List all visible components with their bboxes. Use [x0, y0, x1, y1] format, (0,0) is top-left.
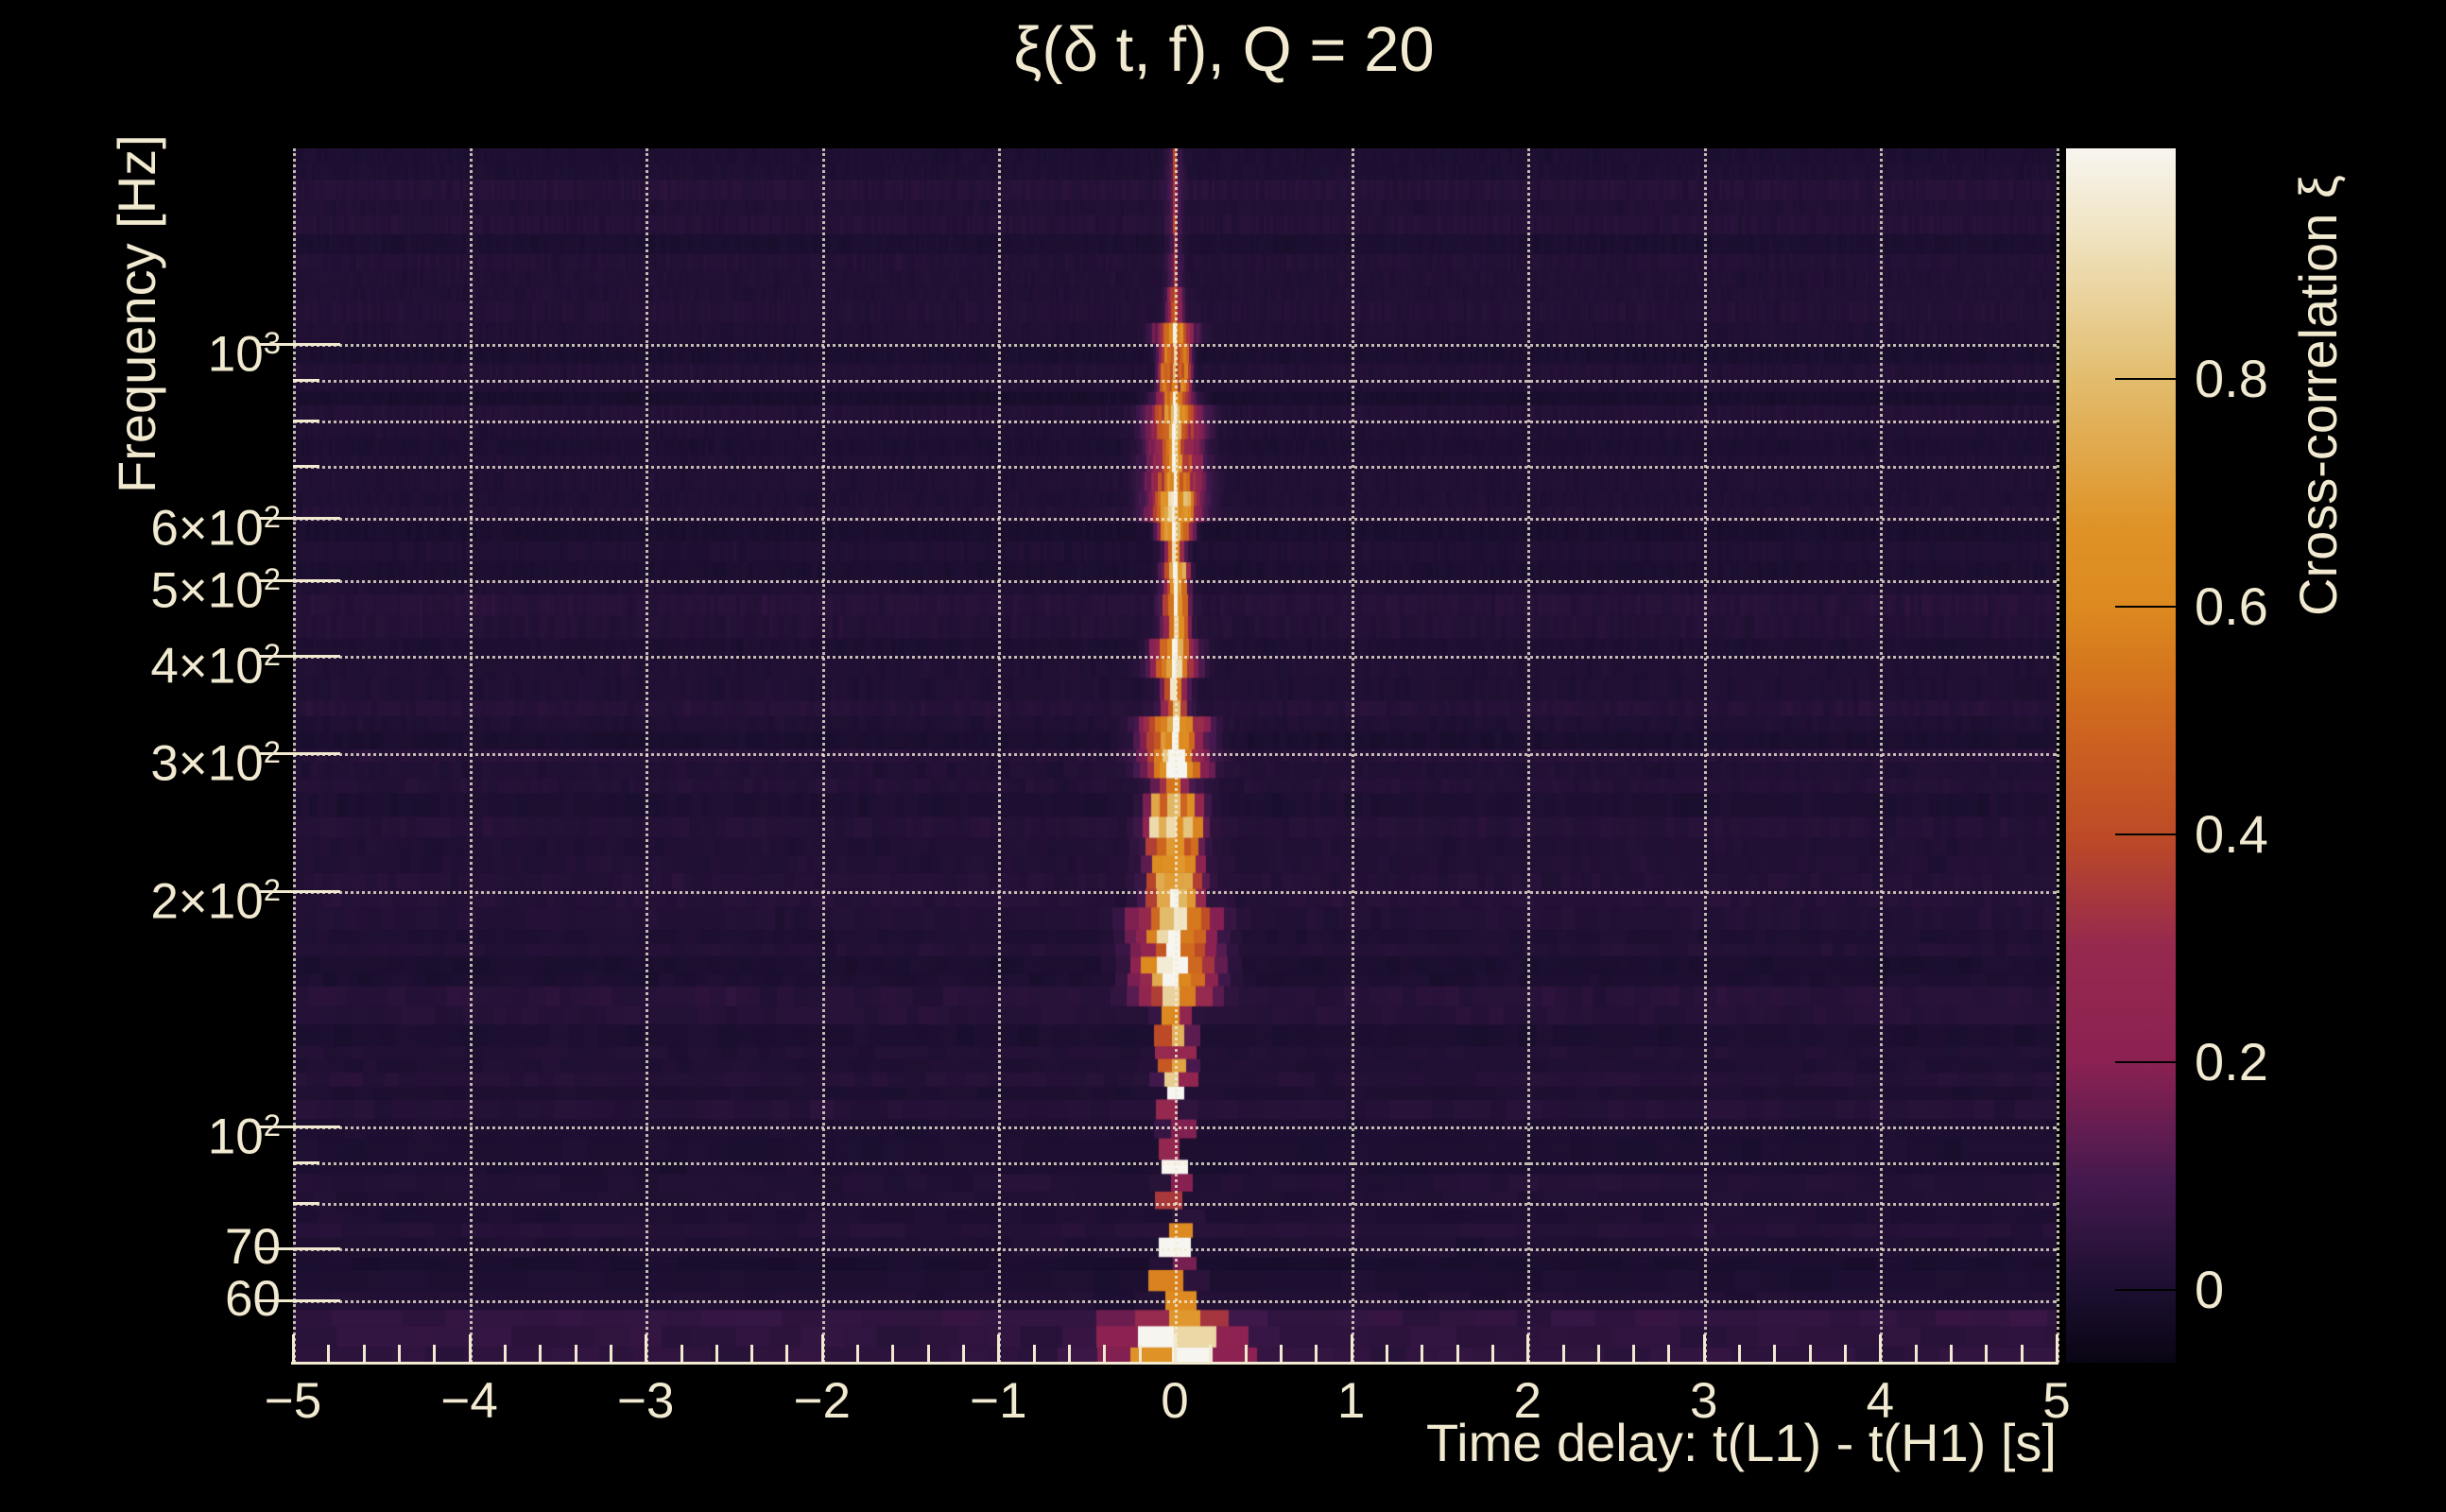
y-axis-title: Frequency [Hz] — [107, 134, 166, 493]
y-minor-tick — [293, 419, 319, 422]
x-minor-tick — [1844, 1345, 1848, 1363]
x-minor-tick — [750, 1345, 754, 1363]
y-tick-label: 103 — [207, 325, 281, 384]
x-minor-tick — [397, 1345, 401, 1363]
x-minor-tick — [1561, 1345, 1565, 1363]
x-minor-tick — [1032, 1345, 1036, 1363]
x-minor-tick — [1385, 1345, 1388, 1363]
x-minor-tick — [1808, 1345, 1812, 1363]
colorbar-title: Cross-correlation ξ — [2288, 175, 2348, 616]
x-tick-label: −5 — [264, 1373, 322, 1429]
x-minor-tick — [503, 1345, 507, 1363]
x-minor-tick — [1914, 1345, 1918, 1363]
x-minor-tick — [362, 1345, 366, 1363]
x-tick-label: 0 — [1161, 1373, 1189, 1429]
colorbar-tick — [2115, 1288, 2179, 1291]
x-minor-tick — [891, 1345, 895, 1363]
x-major-tick — [820, 1334, 824, 1363]
x-minor-tick — [1738, 1345, 1742, 1363]
x-tick-label: −2 — [793, 1373, 852, 1429]
x-tick-label: −4 — [440, 1373, 498, 1429]
x-major-tick — [292, 1334, 295, 1363]
y-tick-label: 4×102 — [150, 636, 281, 695]
x-major-tick — [1174, 1334, 1177, 1363]
heatmap-canvas — [293, 148, 2057, 1363]
x-minor-tick — [433, 1345, 437, 1363]
colorbar-tick — [2115, 606, 2179, 609]
x-minor-tick — [539, 1345, 543, 1363]
x-major-tick — [645, 1334, 648, 1363]
x-minor-tick — [962, 1345, 966, 1363]
x-major-tick — [1526, 1334, 1530, 1363]
y-minor-tick — [293, 1161, 319, 1165]
x-major-tick — [1702, 1334, 1706, 1363]
x-minor-tick — [1596, 1345, 1600, 1363]
x-minor-tick — [574, 1345, 577, 1363]
x-minor-tick — [2020, 1345, 2024, 1363]
y-tick-label: 2×102 — [150, 872, 281, 930]
x-minor-tick — [1632, 1345, 1636, 1363]
y-tick-label: 102 — [207, 1108, 281, 1166]
x-minor-tick — [926, 1345, 930, 1363]
colorbar-tick — [2115, 1061, 2179, 1064]
x-major-tick — [2056, 1334, 2058, 1363]
y-tick-label: 60 — [225, 1271, 281, 1328]
x-minor-tick — [1950, 1345, 1954, 1363]
x-axis-title: Time delay: t(L1) - t(H1) [s] — [1426, 1413, 2057, 1472]
figure-root: ξ(δ t, f), Q = 20 −5 −4 −3 −2 −1 0 1 2 3 4 5 103 6×1… — [0, 0, 2446, 1512]
colorbar-tick-label: 0.6 — [2195, 576, 2268, 637]
colorbar — [2066, 148, 2176, 1363]
x-minor-tick — [856, 1345, 860, 1363]
x-minor-tick — [1068, 1345, 1072, 1363]
y-minor-tick — [293, 379, 319, 383]
x-tick-label: −1 — [970, 1373, 1027, 1429]
y-tick-label: 3×102 — [150, 734, 281, 793]
x-minor-tick — [715, 1345, 718, 1363]
x-minor-tick — [1138, 1345, 1142, 1363]
x-minor-tick — [1244, 1345, 1248, 1363]
x-gridline — [2057, 148, 2059, 1363]
x-major-tick — [1879, 1334, 1883, 1363]
colorbar-tick — [2115, 378, 2179, 381]
y-minor-tick — [293, 464, 319, 468]
x-minor-tick — [1103, 1345, 1107, 1363]
y-minor-tick — [293, 1201, 319, 1205]
x-minor-tick — [1985, 1345, 1989, 1363]
colorbar-tick-label: 0 — [2195, 1259, 2225, 1319]
y-tick-label: 70 — [225, 1218, 281, 1275]
x-major-tick — [997, 1334, 1001, 1363]
x-major-tick — [1350, 1334, 1353, 1363]
x-minor-tick — [1773, 1345, 1777, 1363]
x-minor-tick — [609, 1345, 612, 1363]
x-minor-tick — [785, 1345, 789, 1363]
y-tick-label: 6×102 — [150, 499, 281, 557]
x-tick-label: −3 — [616, 1373, 675, 1429]
y-tick-label: 5×102 — [150, 560, 281, 619]
x-minor-tick — [1209, 1345, 1213, 1363]
colorbar-tick-label: 0.2 — [2195, 1032, 2268, 1092]
x-minor-tick — [1421, 1345, 1424, 1363]
x-minor-tick — [680, 1345, 683, 1363]
x-minor-tick — [1456, 1345, 1459, 1363]
x-minor-tick — [1315, 1345, 1318, 1363]
colorbar-tick-label: 0.8 — [2195, 349, 2268, 409]
x-minor-tick — [327, 1345, 331, 1363]
x-minor-tick — [1279, 1345, 1283, 1363]
x-minor-tick — [1667, 1345, 1671, 1363]
x-major-tick — [468, 1334, 472, 1363]
colorbar-tick-label: 0.4 — [2195, 804, 2268, 865]
chart-title: ξ(δ t, f), Q = 20 — [1013, 14, 1435, 85]
x-tick-label: 1 — [1336, 1373, 1366, 1429]
x-minor-tick — [1490, 1345, 1494, 1363]
colorbar-tick — [2115, 833, 2179, 836]
